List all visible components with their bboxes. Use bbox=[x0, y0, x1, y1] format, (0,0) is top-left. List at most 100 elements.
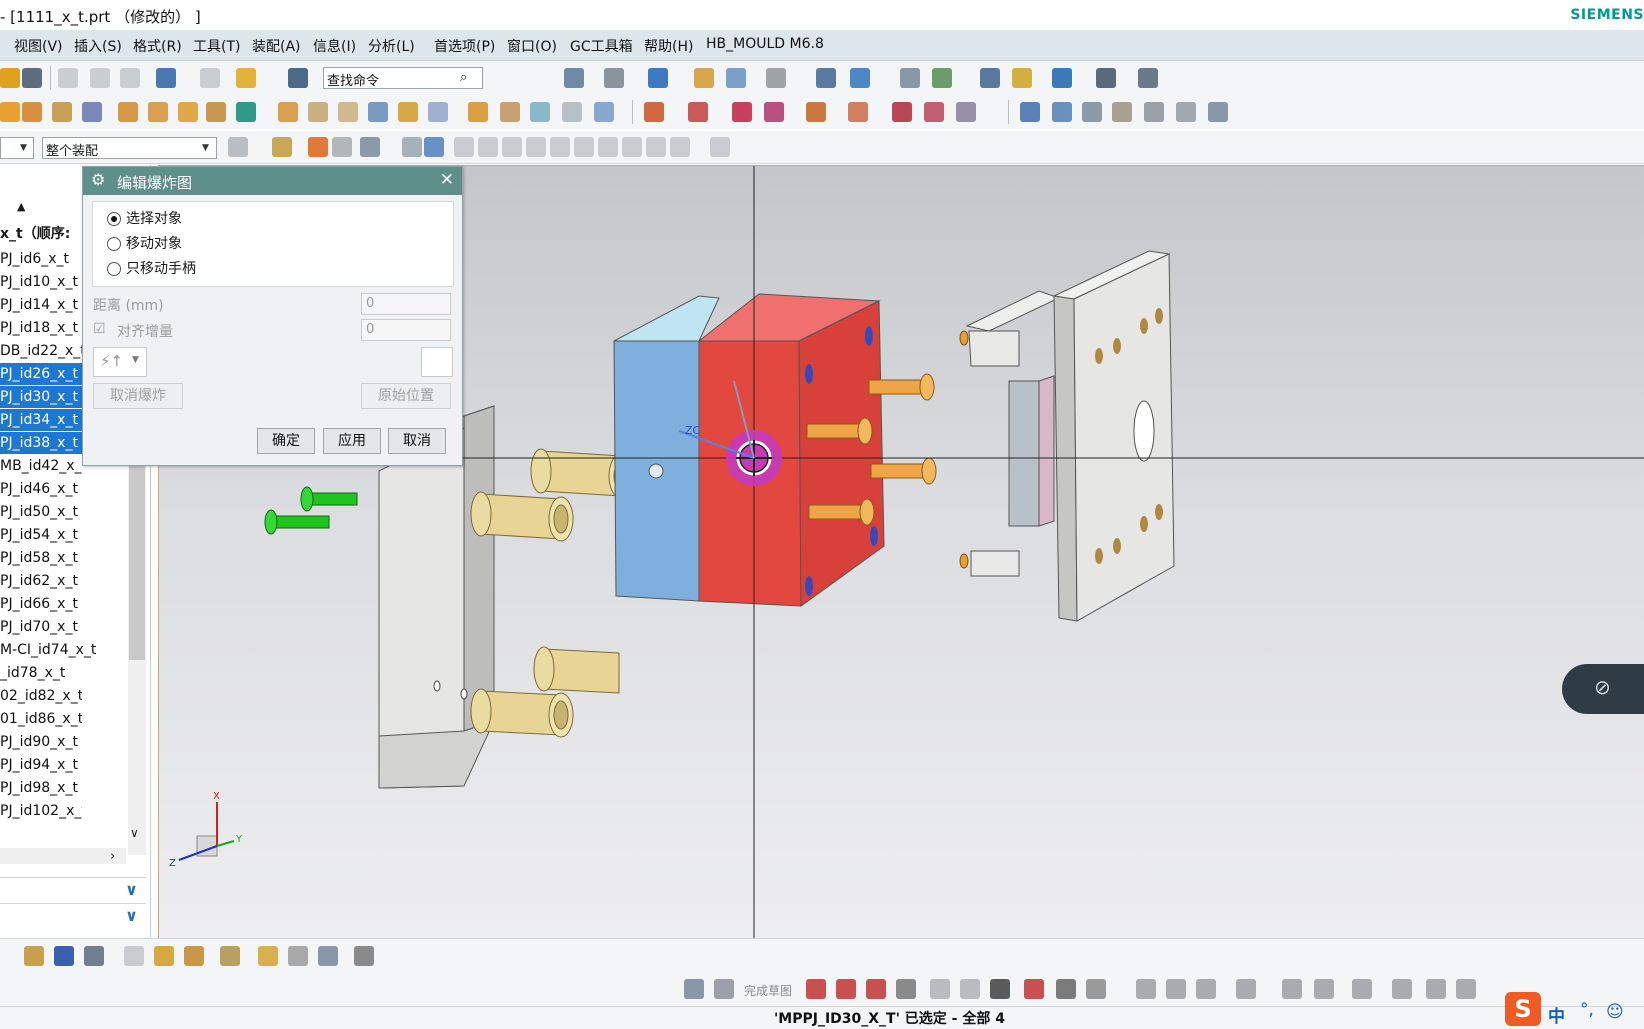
csys-icon[interactable] bbox=[421, 347, 453, 377]
fit-view-icon[interactable] bbox=[564, 68, 584, 88]
layer-icon[interactable] bbox=[694, 68, 714, 88]
corner-icon[interactable] bbox=[1196, 979, 1216, 999]
sort-up-icon[interactable]: ▲ bbox=[17, 200, 25, 213]
redo-icon[interactable] bbox=[200, 68, 220, 88]
snap-icon[interactable] bbox=[1052, 68, 1072, 88]
pattern-icon[interactable] bbox=[148, 102, 168, 122]
tree-row[interactable]: PJ_id58_x_t bbox=[0, 547, 82, 569]
vector-specifier[interactable]: ⚡↑ ▼ bbox=[93, 347, 147, 377]
extend-curve-icon[interactable] bbox=[1166, 979, 1186, 999]
finish-sketch-label[interactable]: 完成草图 bbox=[744, 982, 792, 999]
grid-icon[interactable] bbox=[1096, 68, 1116, 88]
mold-wizard-icon[interactable] bbox=[644, 102, 664, 122]
standard-part-icon[interactable] bbox=[806, 102, 826, 122]
tree-row[interactable]: PJ_id70_x_t bbox=[0, 616, 82, 638]
wave-link-icon[interactable] bbox=[318, 946, 338, 966]
radio-button[interactable] bbox=[107, 237, 121, 251]
menu-info[interactable]: 信息(I) bbox=[313, 36, 356, 56]
radio-button-checked[interactable] bbox=[107, 212, 121, 226]
tree-row[interactable]: PJ_id30_x_t bbox=[0, 386, 82, 408]
ejector-housing[interactable] bbox=[959, 290, 1061, 577]
menu-tools[interactable]: 工具(T) bbox=[193, 36, 240, 56]
explosion-view-icon[interactable] bbox=[220, 946, 240, 966]
menu-view[interactable]: 视图(V) bbox=[14, 36, 63, 56]
menu-gc-toolbox[interactable]: GC工具箱 bbox=[570, 36, 633, 56]
arc-center-icon[interactable] bbox=[574, 137, 594, 157]
tree-row[interactable]: _id78_x_t bbox=[0, 662, 82, 684]
ok-button[interactable]: 确定 bbox=[257, 428, 315, 454]
split-body-icon[interactable] bbox=[500, 102, 520, 122]
replace-component-icon[interactable] bbox=[184, 946, 204, 966]
move-component-icon[interactable] bbox=[84, 946, 104, 966]
selected-ejector-pin[interactable] bbox=[264, 509, 330, 535]
shell-icon[interactable] bbox=[368, 102, 388, 122]
mid-point-icon[interactable] bbox=[502, 137, 522, 157]
tree-row[interactable]: DB_id22_x_t bbox=[0, 340, 82, 362]
save-icon[interactable] bbox=[22, 68, 42, 88]
array-icon[interactable] bbox=[178, 102, 198, 122]
show-constraints-icon[interactable] bbox=[1392, 979, 1412, 999]
slider-icon[interactable] bbox=[848, 102, 868, 122]
dialog-title-bar[interactable]: ⚙ 编辑爆炸图 ✕ bbox=[83, 167, 462, 195]
dimension-icon[interactable] bbox=[1282, 979, 1302, 999]
revolve-icon[interactable] bbox=[52, 102, 72, 122]
ime-language-indicator[interactable]: 中 bbox=[1548, 1002, 1565, 1027]
trim-body-icon[interactable] bbox=[468, 102, 488, 122]
auto-constrain-icon[interactable] bbox=[1352, 979, 1372, 999]
select-component-icon[interactable] bbox=[272, 137, 292, 157]
ejector-icon[interactable] bbox=[892, 102, 912, 122]
tree-horizontal-scrollbar[interactable] bbox=[0, 848, 126, 864]
tree-row[interactable]: PJ_id10_x_t bbox=[0, 271, 82, 293]
polygon-icon[interactable] bbox=[1024, 979, 1044, 999]
chamfer-icon[interactable] bbox=[338, 102, 358, 122]
cancel-button[interactable]: 取消 bbox=[388, 428, 446, 454]
component-icon[interactable] bbox=[236, 102, 256, 122]
close-icon[interactable]: ✕ bbox=[440, 170, 454, 190]
menu-help[interactable]: 帮助(H) bbox=[644, 36, 693, 56]
rectangle-icon[interactable] bbox=[990, 979, 1010, 999]
cut-icon[interactable] bbox=[58, 68, 78, 88]
point-icon[interactable] bbox=[932, 68, 952, 88]
array-component-icon[interactable] bbox=[154, 946, 174, 966]
add-component-icon[interactable] bbox=[24, 946, 44, 966]
tree-row[interactable]: PJ_id94_x_t bbox=[0, 754, 82, 776]
tree-row[interactable]: PJ_id66_x_t bbox=[0, 593, 82, 615]
section-view-icon[interactable] bbox=[726, 68, 746, 88]
radio-select-objects[interactable]: 选择对象 bbox=[107, 208, 182, 230]
draft-icon[interactable] bbox=[398, 102, 418, 122]
replace-face-icon[interactable] bbox=[594, 102, 614, 122]
mirror-assembly-icon[interactable] bbox=[124, 946, 144, 966]
filter-icon[interactable] bbox=[228, 137, 248, 157]
chamfer-sketch-icon[interactable] bbox=[960, 979, 980, 999]
electrode-icon[interactable] bbox=[956, 102, 976, 122]
intersection-icon[interactable] bbox=[550, 137, 570, 157]
type-filter-select[interactable] bbox=[0, 137, 34, 159]
gear-icon[interactable]: ⚙ bbox=[91, 170, 105, 189]
show-hide-icon[interactable] bbox=[816, 68, 836, 88]
tree-row[interactable]: PJ_id102_x_t bbox=[0, 800, 82, 822]
workpiece-icon[interactable] bbox=[688, 102, 708, 122]
blend-icon[interactable] bbox=[308, 102, 328, 122]
tree-row[interactable]: PJ_id34_x_t bbox=[0, 409, 82, 431]
relax-dimension-icon[interactable] bbox=[1426, 979, 1446, 999]
block-icon[interactable] bbox=[278, 102, 298, 122]
offset-curve-icon[interactable] bbox=[1086, 979, 1106, 999]
tree-row[interactable]: M-CI_id74_x_t bbox=[0, 639, 126, 661]
core-plate[interactable] bbox=[697, 293, 885, 607]
menu-hb-mould[interactable]: HB_MOULD M6.8 bbox=[706, 36, 824, 52]
original-position-button[interactable]: 原始位置 bbox=[361, 383, 451, 409]
selected-ejector-pin[interactable] bbox=[300, 486, 358, 512]
checkbox-icon[interactable]: ☑ bbox=[93, 321, 106, 337]
scroll-right-icon[interactable]: › bbox=[110, 849, 115, 864]
circle-icon[interactable] bbox=[896, 979, 916, 999]
select-body-icon[interactable] bbox=[402, 137, 422, 157]
line-icon[interactable] bbox=[836, 979, 856, 999]
tree-row[interactable]: PJ_id6_x_t bbox=[0, 248, 82, 270]
cooling-icon[interactable] bbox=[924, 102, 944, 122]
tree-row[interactable]: PJ_id26_x_t bbox=[0, 363, 82, 385]
tree-row[interactable]: PJ_id98_x_t bbox=[0, 777, 82, 799]
surface-icon[interactable] bbox=[1020, 102, 1040, 122]
tree-row[interactable]: PJ_id62_x_t bbox=[0, 570, 82, 592]
sew-icon[interactable] bbox=[1208, 102, 1228, 122]
guide-bushing[interactable] bbox=[533, 646, 620, 694]
